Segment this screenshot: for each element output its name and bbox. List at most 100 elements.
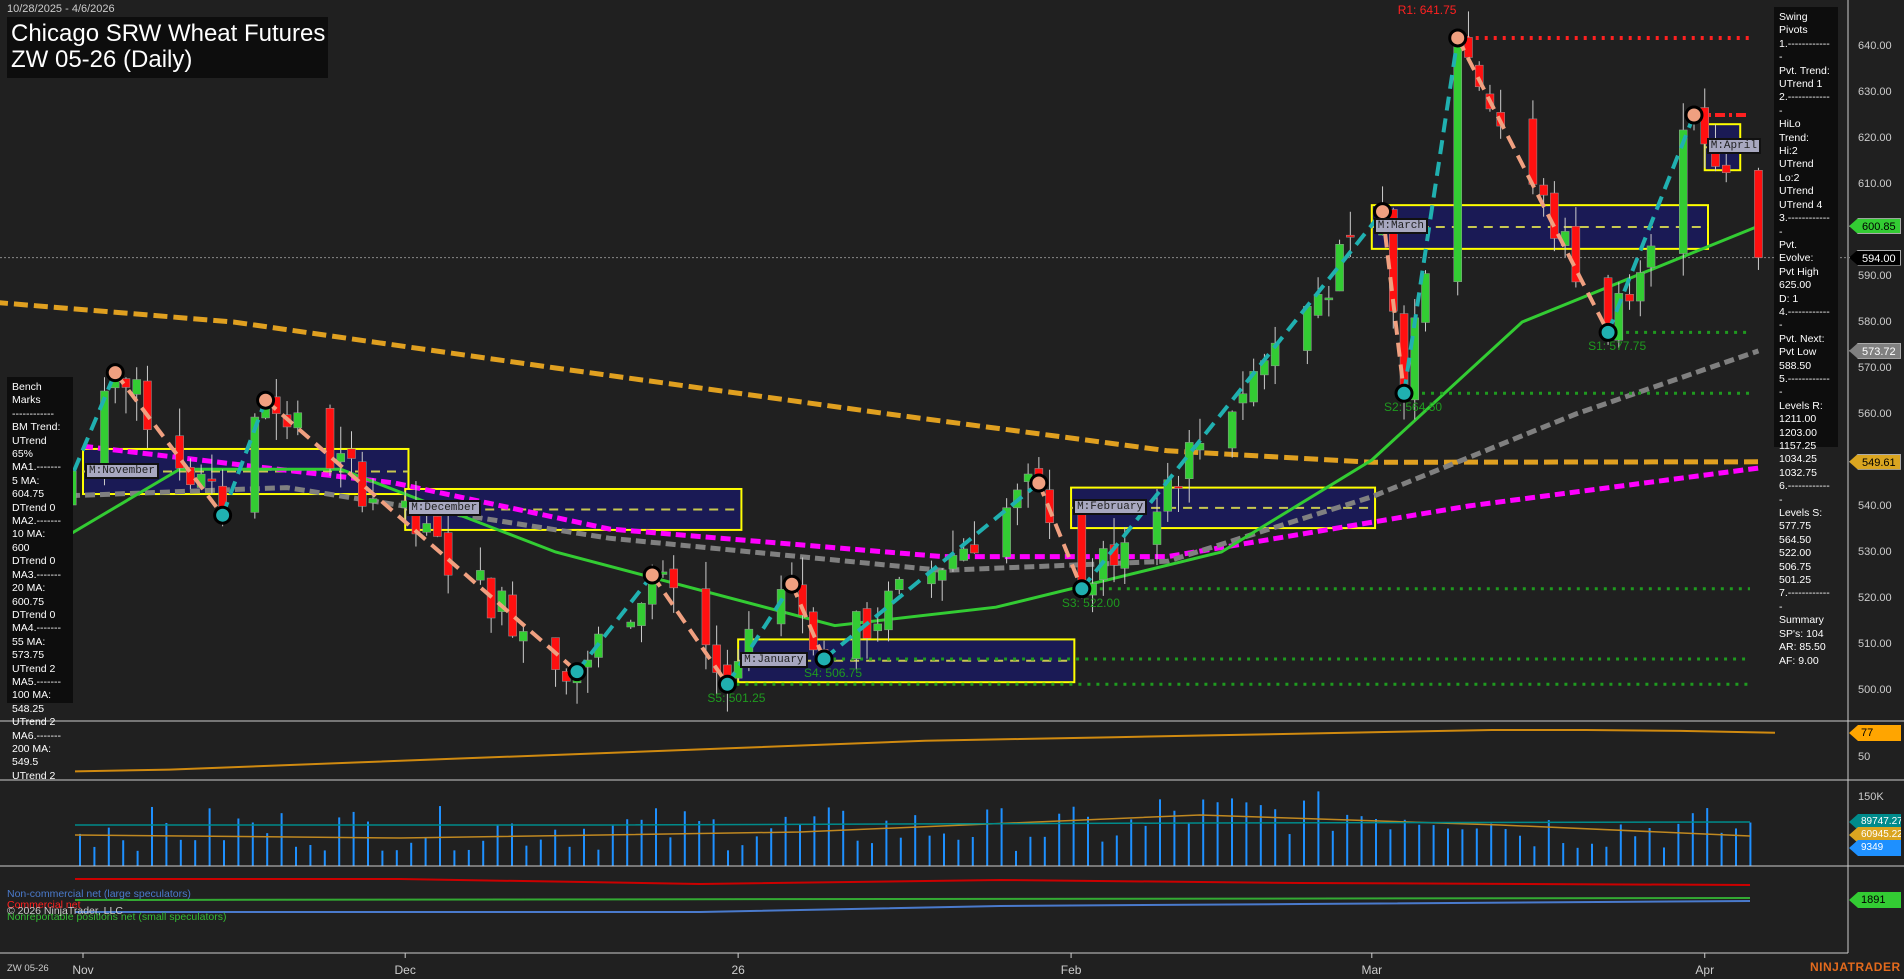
candle-up [422, 523, 431, 533]
swing-line: Levels S: [1779, 507, 1823, 520]
bench-line: BM Trend: [12, 421, 61, 434]
price-tick-label: 580.00 [1858, 316, 1892, 328]
swing-line: Pvt Low [1779, 346, 1817, 359]
bench-line: MA2.------- [12, 515, 61, 528]
swing-high-marker [256, 390, 276, 410]
price-tag: 549.61 [1849, 453, 1901, 470]
swing-line [264, 398, 579, 674]
resistance-level-label: R1: 641.75 [1397, 2, 1457, 17]
swing-line: 625.00 [1779, 279, 1812, 292]
oscillator-tag: 77 [1849, 725, 1901, 741]
price-chart[interactable] [0, 0, 1904, 979]
candle-down [443, 532, 453, 576]
swing-pivots-panel: Swing Pivots 1.------------- Pvt. Trend: UT… [1774, 7, 1838, 667]
candle-up [626, 621, 635, 628]
bench-line: DTrend 0 [12, 555, 56, 568]
candle-up [1152, 511, 1162, 545]
candle-down [207, 478, 217, 482]
candle-up [1227, 411, 1237, 449]
oscillator-line [74, 729, 1776, 773]
price-tick-label: 630.00 [1858, 86, 1892, 98]
bench-line: 548.25 [12, 702, 45, 715]
swing-line: 564.50 [1779, 533, 1812, 546]
price-tick-label: 620.00 [1858, 132, 1892, 144]
candle-up [519, 631, 528, 642]
candle-up [293, 412, 303, 429]
swing-line: UTrend 4 [1779, 198, 1823, 211]
swing-high-marker [1029, 473, 1049, 493]
swing-low-marker [1598, 322, 1618, 342]
time-tick-label: Nov [72, 963, 94, 977]
copyright: © 2026 NinjaTrader, LLC [7, 905, 123, 917]
swing-low-marker [1394, 383, 1414, 403]
month-label: M:March [1373, 218, 1429, 234]
support-level-label: S5: 501.25 [707, 691, 766, 706]
swing-line: 7.------------- [1779, 587, 1830, 613]
candle-up [1313, 294, 1323, 316]
time-tick-label: Mar [1361, 963, 1383, 977]
chart-title-box: Chicago SRW Wheat Futures ZW 05-26 (Dail… [7, 17, 328, 78]
brand-logo: NINJATRADER [1810, 960, 1901, 974]
candle-up [873, 623, 883, 632]
candle-down [1721, 164, 1731, 173]
candle-down [143, 380, 152, 430]
bench-line: 100 MA: [12, 689, 52, 702]
chart-title: Chicago SRW Wheat Futures [11, 20, 326, 47]
swing-line: 1034.25 [1779, 453, 1817, 466]
candle-down [1754, 170, 1763, 258]
candle-up [894, 578, 904, 590]
candle-down [508, 594, 517, 637]
bench-line: ------------ [12, 407, 54, 420]
bench-line: MA4.------- [12, 622, 61, 635]
candle-up [959, 548, 968, 561]
candle-up [1120, 542, 1130, 569]
candle-down [357, 461, 367, 507]
swing-line: 2.------------- [1779, 91, 1830, 117]
bench-line: 549.5 [12, 756, 39, 769]
swing-line: Pvt. Next: [1779, 332, 1825, 345]
swing-line: 506.75 [1779, 560, 1812, 573]
bench-line: 573.75 [12, 649, 45, 662]
candle-down [1346, 234, 1355, 238]
price-tick-label: 500.00 [1858, 684, 1892, 696]
candle-up [1453, 37, 1462, 282]
instrument-label: ZW 05-26 [7, 963, 49, 974]
bench-line: MA1.------- [12, 461, 61, 474]
bench-line: 55 MA: [12, 635, 46, 648]
swing-line [650, 573, 730, 686]
swing-low-marker [1072, 579, 1092, 599]
swing-high-marker [782, 574, 802, 594]
price-tick-label: 540.00 [1858, 500, 1892, 512]
candle-up [1335, 244, 1344, 292]
cot-nonreportable-line [74, 897, 1751, 901]
candle-down [1528, 118, 1538, 185]
swing-line: 1211.00 [1779, 413, 1817, 426]
candle-up [132, 379, 141, 395]
volume-tag: 9349 [1849, 840, 1901, 856]
swing-line: Lo:2 UTrend [1779, 171, 1814, 198]
price-tick-label: 640.00 [1858, 40, 1892, 52]
candle-down [1077, 513, 1087, 590]
swing-low-marker [567, 662, 587, 682]
bench-line: UTrend 2 [12, 716, 56, 729]
support-level-label: S3: 522.00 [1061, 595, 1120, 610]
price-tag: 594.00 [1849, 249, 1901, 266]
bench-line: MA5.------- [12, 675, 61, 688]
candle-up [1646, 245, 1656, 268]
candle-down [1550, 192, 1559, 239]
swing-line: 6.------------- [1779, 480, 1830, 506]
candle-up [1324, 297, 1334, 301]
swing-line: 1203.00 [1779, 426, 1817, 439]
price-tick-label: 610.00 [1858, 178, 1892, 190]
month-label: M:November [85, 462, 160, 479]
swing-line: Pvt. Trend: [1779, 64, 1830, 77]
time-tick-label: Feb [1060, 963, 1082, 977]
swing-line: UTrend 1 [1779, 78, 1823, 91]
bench-line: Bench Marks [12, 381, 42, 407]
swing-line: 4.------------- [1779, 305, 1830, 332]
candle-down [701, 588, 711, 646]
oscillator-tick: 50 [1858, 751, 1871, 763]
bench-line: MA6.------- [12, 729, 61, 742]
swing-line: Levels R: [1779, 399, 1823, 412]
bench-marks-panel: Bench Marks ------------ BM Trend: UTrend 6… [7, 377, 73, 782]
